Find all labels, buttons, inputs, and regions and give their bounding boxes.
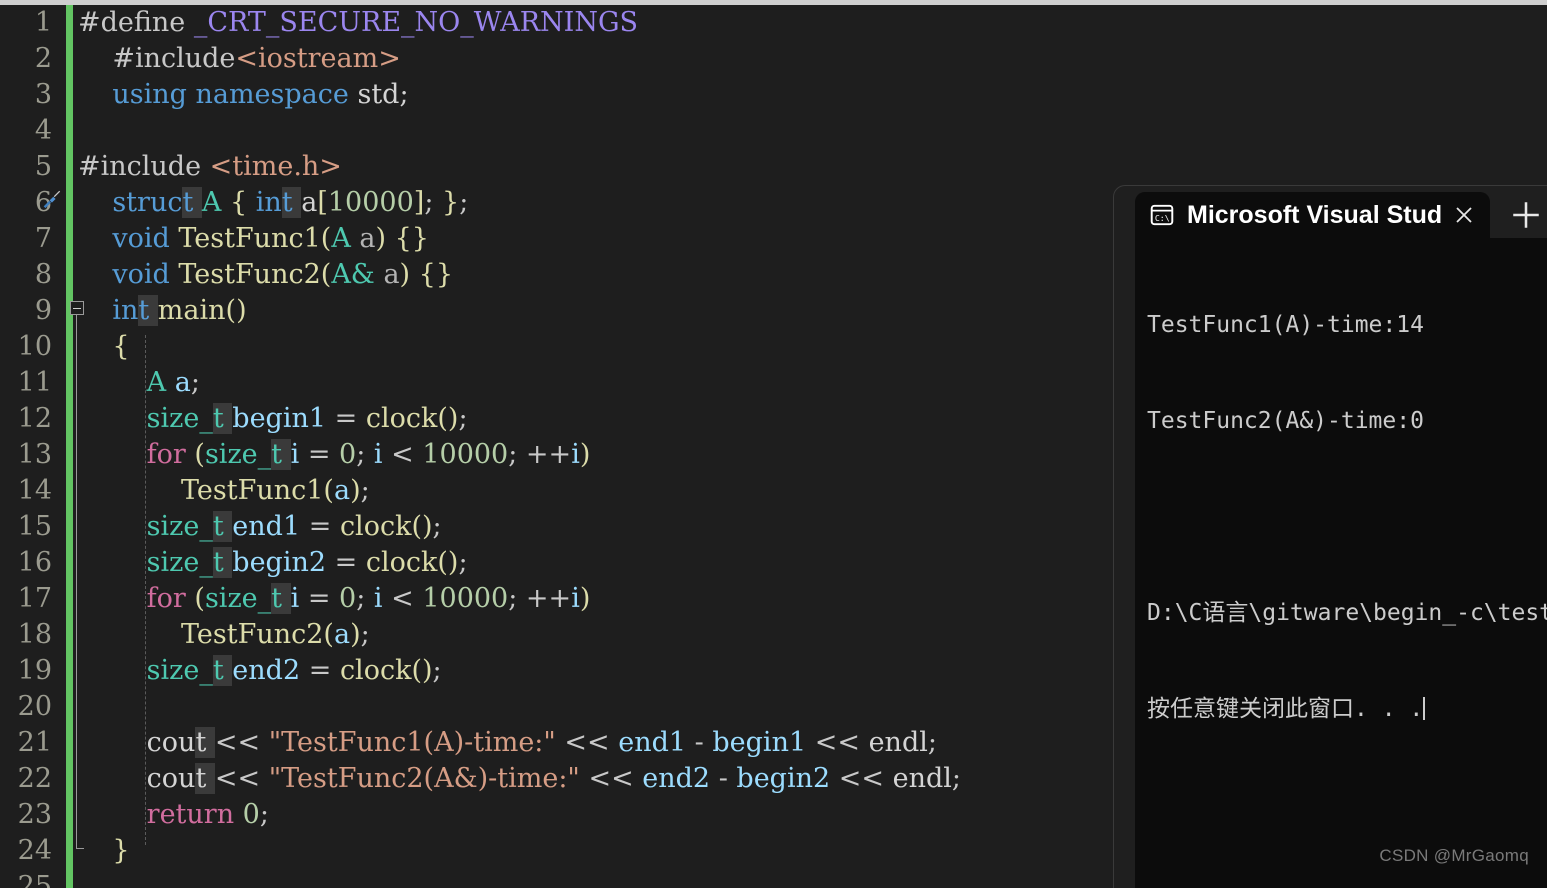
line-number: 21 <box>17 727 52 758</box>
line-number-gutter: 1 2 3 4 5 6 7 8 9 10 11 12 13 14 15 16 1… <box>0 5 58 888</box>
screenshot-root: 1 2 3 4 5 6 7 8 9 10 11 12 13 14 15 16 1… <box>0 0 1547 888</box>
console-tab-active[interactable]: C:\ Microsoft Visual Stud <box>1135 192 1490 238</box>
line-number: 22 <box>17 763 52 794</box>
line-number: 1 <box>34 7 52 38</box>
line-number: 14 <box>17 475 52 506</box>
line-number: 8 <box>34 259 52 290</box>
watermark: CSDN @MrGaomq <box>1379 846 1529 865</box>
line-number: 25 <box>17 871 52 888</box>
code-editor[interactable]: 1 2 3 4 5 6 7 8 9 10 11 12 13 14 15 16 1… <box>0 5 1113 888</box>
console-title-bar[interactable]: C:\ Microsoft Visual Stud <box>1114 186 1547 238</box>
text-caret <box>1423 697 1426 720</box>
code-line-24: } <box>78 835 130 866</box>
console-output-line: TestFunc2(A&)-time:0 <box>1147 408 1424 434</box>
code-line-7: void TestFunc1(A a) {} <box>78 223 429 254</box>
line-number: 17 <box>17 583 52 614</box>
code-line-8: void TestFunc2(A& a) {} <box>78 259 454 290</box>
line-number: 9 <box>34 295 52 326</box>
code-line-22: cout << "TestFunc2(A&)-time:" << end2 - … <box>78 763 962 794</box>
line-number: 10 <box>17 331 52 362</box>
code-line-15: size_t end1 = clock(); <box>78 511 442 542</box>
code-line-17: for (size_t i = 0; i < 10000; ++i) <box>78 583 591 614</box>
line-number: 23 <box>17 799 52 830</box>
code-line-9: int main() <box>78 295 247 326</box>
code-line-13: for (size_t i = 0; i < 10000; ++i) <box>78 439 591 470</box>
code-line-19: size_t end2 = clock(); <box>78 655 442 686</box>
line-number: 19 <box>17 655 52 686</box>
line-number: 16 <box>17 547 52 578</box>
fold-region-line <box>76 315 77 849</box>
code-line-3: using namespace std; <box>78 79 409 110</box>
code-line-5: #include <time.h> <box>78 151 342 182</box>
code-line-2: #include<iostream> <box>78 43 401 74</box>
line-number: 12 <box>17 403 52 434</box>
code-line-23: return 0; <box>78 799 269 830</box>
close-icon[interactable] <box>1452 203 1476 227</box>
console-output-line: D:\C语言\gitware\begin_-c\test <box>1147 600 1547 626</box>
line-number: 11 <box>17 367 52 398</box>
screwdriver-icon[interactable] <box>40 188 62 210</box>
code-line-16: size_t begin2 = clock(); <box>78 547 468 578</box>
line-number: 2 <box>34 43 52 74</box>
line-number: 15 <box>17 511 52 542</box>
code-line-21: cout << "TestFunc1(A)-time:" << end1 - b… <box>78 727 937 758</box>
console-prompt-text: 按任意键关闭此窗口. . . <box>1147 696 1424 722</box>
code-line-14: TestFunc1(a); <box>78 475 370 506</box>
line-number: 13 <box>17 439 52 470</box>
console-output-line: TestFunc1(A)-time:14 <box>1147 312 1424 338</box>
code-line-12: size_t begin1 = clock(); <box>78 403 468 434</box>
code-line-18: TestFunc2(a); <box>78 619 370 650</box>
line-number: 5 <box>34 151 52 182</box>
line-number: 20 <box>17 691 52 722</box>
command-prompt-icon: C:\ <box>1150 204 1174 226</box>
console-output-line-with-caret: 按任意键关闭此窗口. . . <box>1147 693 1547 725</box>
code-line-10: { <box>78 331 130 362</box>
new-tab-icon[interactable] <box>1509 198 1543 232</box>
git-change-bar <box>66 5 73 888</box>
line-number: 18 <box>17 619 52 650</box>
console-window[interactable]: C:\ Microsoft Visual Stud TestFunc1(A)-t… <box>1113 185 1547 888</box>
console-output[interactable]: TestFunc1(A)-time:14 TestFunc2(A&)-time:… <box>1135 238 1547 888</box>
code-line-1: #define _CRT_SECURE_NO_WARNINGS <box>78 7 639 38</box>
code-text-area[interactable]: #define _CRT_SECURE_NO_WARNINGS #include… <box>78 5 1113 888</box>
console-tab-title: Microsoft Visual Stud <box>1187 200 1443 229</box>
line-number: 3 <box>34 79 52 110</box>
line-number: 24 <box>17 835 52 866</box>
line-number: 7 <box>34 223 52 254</box>
code-line-11: A a; <box>78 367 200 398</box>
code-line-6: struct A { int a[10000]; }; <box>78 187 469 218</box>
svg-text:C:\: C:\ <box>1155 213 1170 223</box>
line-number: 4 <box>34 115 52 146</box>
